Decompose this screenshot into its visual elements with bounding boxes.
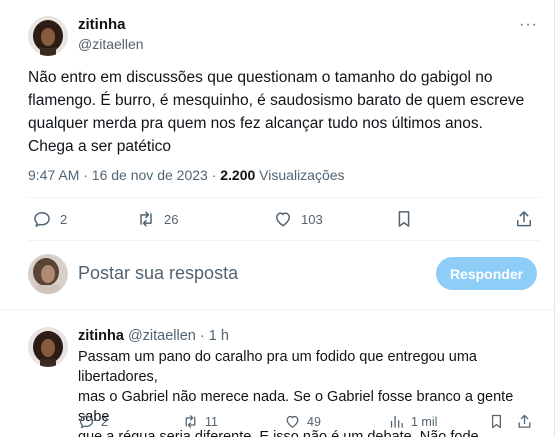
reply-icon [34, 212, 50, 227]
like-count: 103 [301, 211, 323, 227]
share-button[interactable] [514, 209, 534, 229]
bookmark-button[interactable] [394, 209, 414, 229]
more-icon[interactable]: ··· [519, 16, 538, 34]
post-actions: 2 26 103 [28, 209, 540, 231]
reply-reply-button[interactable]: 2 [78, 413, 108, 430]
reply-button[interactable]: 2 [32, 209, 67, 229]
reply-handle-time[interactable]: @zitaellen · 1 h [124, 328, 229, 344]
reply-repost-button[interactable]: 11 [182, 413, 218, 430]
reply-header: zitinha @zitaellen · 1 h [78, 328, 229, 344]
author-name[interactable]: zitinha [78, 16, 126, 33]
repost-count: 26 [164, 211, 179, 227]
reply-input[interactable]: Postar sua resposta [78, 263, 238, 284]
views-label: Visualizações [255, 167, 345, 183]
bookmark-icon [491, 414, 502, 429]
post-timestamp[interactable]: 9:47 AM · 16 de nov de 2023 · [28, 167, 220, 183]
post-text: Não entro em discussões que questionam o… [28, 69, 525, 155]
share-icon [517, 211, 531, 227]
reply-count: 2 [60, 211, 68, 227]
user-avatar [28, 254, 68, 294]
post-meta: 9:47 AM · 16 de nov de 2023 · 2.200 Visu… [28, 167, 345, 183]
views-count: 2.200 [220, 167, 256, 183]
post-detail: zitinha @zitaellen ··· Não entro em disc… [0, 0, 555, 437]
reply-submit-button[interactable]: Responder [436, 257, 537, 290]
reply-bookmark-button[interactable] [488, 413, 505, 430]
repost-icon [185, 415, 196, 428]
like-icon [286, 415, 299, 428]
like-icon [276, 212, 290, 227]
share-icon [518, 414, 531, 428]
reply-author-name[interactable]: zitinha [78, 328, 124, 344]
reply-actions: 2 11 49 1 mil [78, 413, 538, 433]
reply-like-button[interactable]: 49 [284, 413, 321, 430]
like-button[interactable]: 103 [273, 209, 323, 229]
views-icon [390, 415, 403, 428]
reply-icon [79, 415, 94, 429]
bookmark-icon [398, 211, 410, 227]
reply-author-avatar[interactable] [28, 327, 68, 367]
reply-views-count: 1 mil [411, 414, 438, 429]
reply-like-count: 49 [307, 414, 321, 429]
repost-icon [140, 211, 152, 227]
repost-button[interactable]: 26 [136, 209, 178, 229]
reply-views-button[interactable]: 1 mil [388, 413, 437, 430]
divider [28, 197, 540, 198]
reply-repost-count: 11 [205, 414, 218, 429]
divider [28, 240, 540, 241]
author-handle[interactable]: @zitaellen [78, 36, 144, 52]
divider [0, 309, 555, 310]
reply-reply-count: 2 [101, 414, 108, 429]
reply-share-button[interactable] [516, 413, 533, 430]
author-avatar[interactable] [28, 16, 68, 56]
